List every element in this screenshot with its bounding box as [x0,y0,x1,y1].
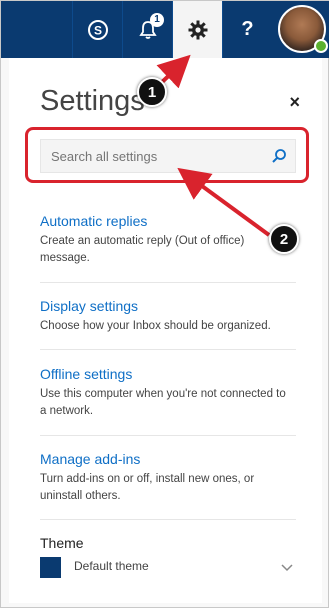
annotation-callout-2: 2 [269,224,299,254]
window-frame: S 1 ? Settings × Search all settings Aut… [0,0,329,608]
annotation-callout-1: 1 [137,77,167,107]
